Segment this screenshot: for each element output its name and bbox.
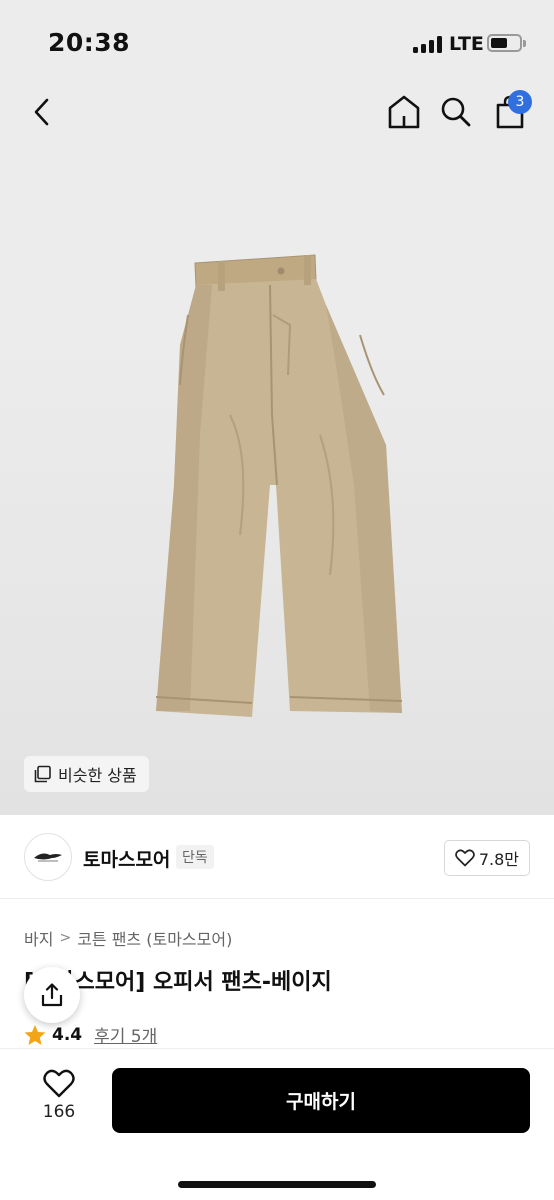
product-photo-pants xyxy=(155,254,403,717)
back-button[interactable] xyxy=(22,92,62,132)
wishlist-count: 166 xyxy=(42,1102,76,1122)
breadcrumb: 바지 > 코튼 팬츠 (토마스모어) xyxy=(24,926,232,950)
clock: 20:38 xyxy=(48,28,131,57)
rating-row: 4.4 후기 5개 xyxy=(24,1022,157,1047)
cart-button[interactable]: 3 xyxy=(490,90,532,132)
brand-logo-mark xyxy=(34,853,62,862)
search-button[interactable] xyxy=(436,92,476,132)
breadcrumb-subcategory[interactable]: 코튼 팬츠 (토마스모어) xyxy=(77,926,232,950)
share-icon xyxy=(41,983,63,1007)
heart-icon xyxy=(454,849,475,867)
home-icon xyxy=(388,95,420,129)
brand-logo[interactable] xyxy=(24,833,72,881)
signal-icon xyxy=(413,36,443,53)
breadcrumb-category[interactable]: 바지 xyxy=(24,926,53,950)
purchase-bar: 166 구매하기 xyxy=(0,1048,554,1200)
similar-products-label: 비슷한 상품 xyxy=(58,766,137,785)
home-indicator xyxy=(178,1181,376,1188)
brand-like-button[interactable]: 7.8만 xyxy=(443,840,530,876)
chevron-left-icon xyxy=(34,98,49,126)
heart-icon xyxy=(43,1069,75,1098)
buy-button[interactable]: 구매하기 xyxy=(112,1068,530,1133)
wishlist-button[interactable]: 166 xyxy=(24,1069,94,1135)
breadcrumb-separator: > xyxy=(59,930,72,946)
status-bar: 20:38 LTE xyxy=(0,0,554,88)
battery-icon xyxy=(487,34,526,52)
share-button[interactable] xyxy=(24,967,80,1023)
rating-value: 4.4 xyxy=(52,1024,83,1045)
cart-count-badge: 3 xyxy=(508,90,532,114)
similar-products-button[interactable]: 비슷한 상품 xyxy=(24,756,149,792)
brand-name[interactable]: 토마스모어 xyxy=(83,845,170,872)
brand-section: 토마스모어 단독 7.8만 xyxy=(0,815,554,899)
home-button[interactable] xyxy=(384,92,424,132)
stack-icon xyxy=(34,765,51,783)
network-type: LTE xyxy=(449,33,484,55)
star-icon xyxy=(24,1024,46,1045)
search-icon xyxy=(441,97,471,127)
exclusive-badge: 단독 xyxy=(176,845,214,869)
review-link[interactable]: 후기 5개 xyxy=(94,1022,157,1047)
brand-like-count: 7.8만 xyxy=(478,850,519,869)
